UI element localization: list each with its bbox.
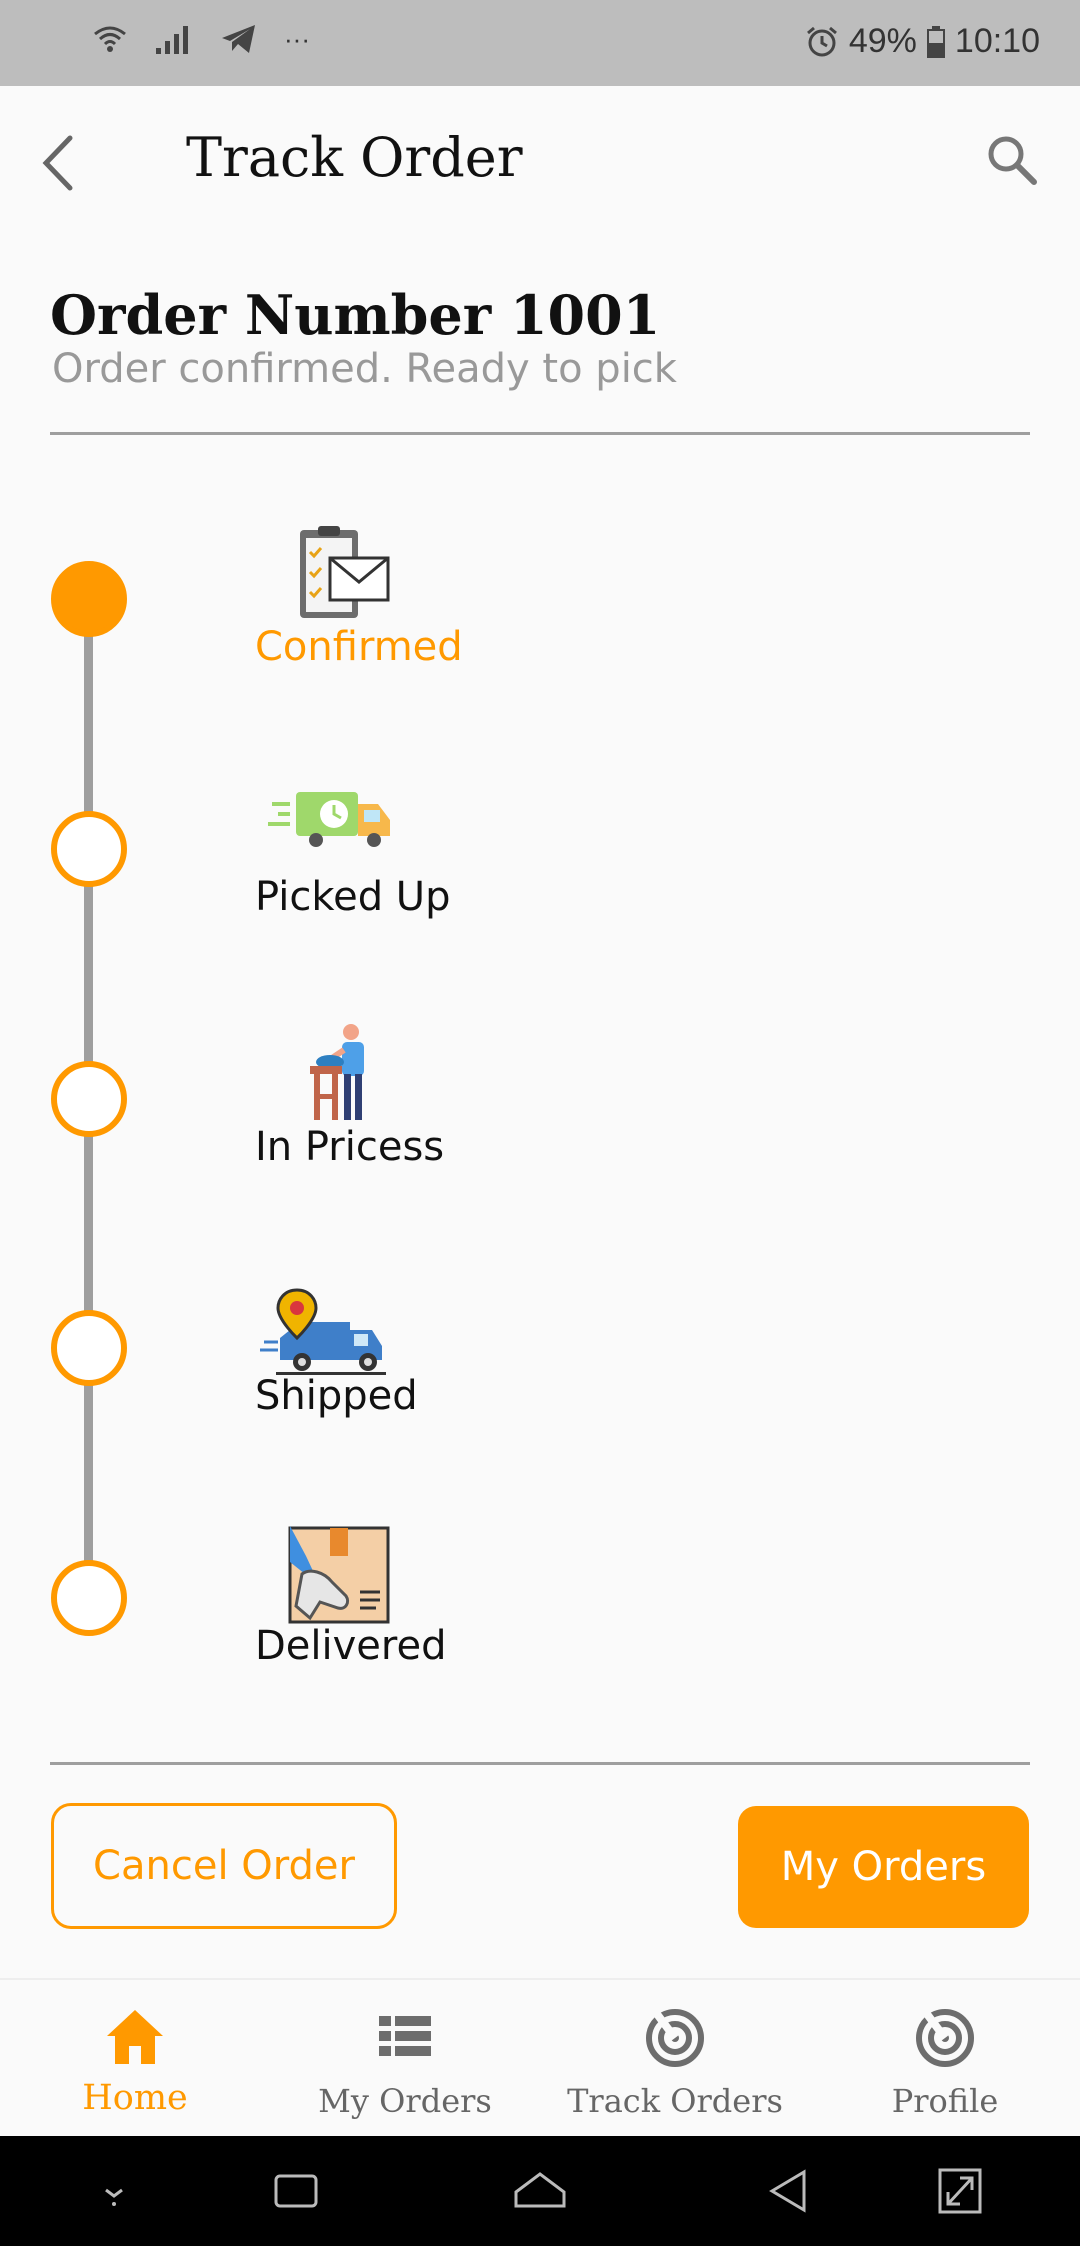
recent-apps-icon [274,2174,318,2208]
search-icon [988,136,1037,185]
timeline-dot-delivered [51,1560,127,1636]
target-icon [646,2009,704,2067]
nav-label-profile: Profile [891,2082,999,2120]
expand-icon [938,2168,982,2214]
timeline-dot-in-process [51,1061,127,1137]
search-button[interactable] [982,130,1042,190]
order-number: Order Number 1001 [50,283,661,347]
status-left: ··· [92,22,310,56]
timeline-dot-shipped [51,1310,127,1386]
clock-time: 10:10 [954,22,1040,60]
telegram-icon [222,25,255,53]
signal-icon [156,26,188,54]
divider [50,1762,1030,1765]
step-label-delivered: Delivered [255,1623,447,1669]
battery-percent: 49% [848,22,917,60]
hide-keyboard-button[interactable] [84,2166,144,2216]
nav-item-my-orders[interactable]: My Orders [270,1980,540,2138]
nav-label-track-orders: Track Orders [567,2082,783,2120]
chevron-down-icon [105,2188,123,2206]
step-label-picked-up: Picked Up [255,874,451,920]
hand-package-icon [250,1522,400,1632]
recent-apps-button[interactable] [266,2166,326,2216]
order-status-text: Order confirmed. Ready to pick [52,346,677,392]
nav-item-track-orders[interactable]: Track Orders [540,1980,810,2138]
more-notifications: ··· [284,23,310,54]
my-orders-button[interactable]: My Orders [738,1806,1029,1928]
battery-icon [926,25,945,58]
alarm-icon [806,26,837,56]
wifi-icon [94,26,126,52]
divider [50,432,1030,435]
back-system-button[interactable] [758,2166,818,2216]
nav-label-my-orders: My Orders [318,2082,492,2120]
list-icon [379,2016,431,2056]
triangle-back-icon [769,2169,806,2213]
home-icon [107,2010,163,2064]
timeline-dot-confirmed [51,561,127,637]
nav-item-profile[interactable]: Profile [810,1980,1080,2138]
nav-label-home: Home [82,2078,188,2118]
home-outline-icon [514,2172,566,2208]
delivery-truck-clock-icon [250,770,400,880]
expand-button[interactable] [930,2166,990,2216]
step-label-confirmed: Confirmed [255,624,463,670]
system-nav-bar [0,2136,1080,2246]
back-button[interactable] [34,128,84,198]
app-bar: Track Order [0,86,1080,236]
page-title: Track Order [186,126,523,189]
status-right: 49% 10:10 [805,22,1040,61]
home-system-button[interactable] [510,2166,570,2216]
bottom-nav: Home My Orders Track Orders Profile [0,1978,1080,2138]
cancel-order-button[interactable]: Cancel Order [51,1803,397,1929]
step-label-shipped: Shipped [255,1373,418,1419]
person-packing-icon [250,1018,400,1128]
clipboard-envelope-icon [250,520,400,630]
nav-item-home[interactable]: Home [0,1980,270,2138]
step-label-in-process: In Pricess [255,1124,445,1170]
timeline-dot-picked-up [51,811,127,887]
chevron-left-icon [42,135,73,191]
target-icon [916,2009,974,2067]
status-bar: ··· 49% 10:10 [0,0,1080,86]
